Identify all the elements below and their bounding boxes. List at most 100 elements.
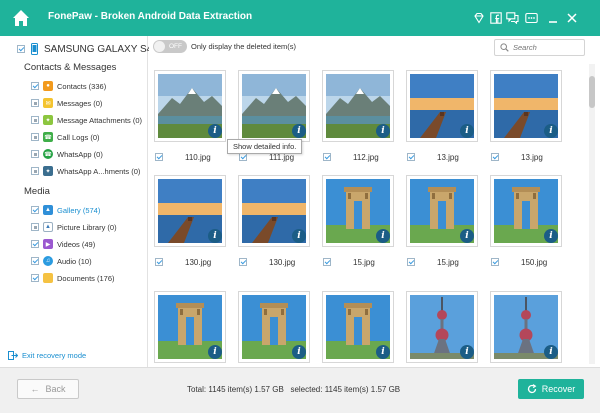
whatsapp-checkbox[interactable]: [31, 150, 39, 158]
sidebar-item-audio[interactable]: ♫ Audio (10): [31, 254, 92, 268]
facebook-icon[interactable]: [489, 11, 503, 25]
image-thumbnail[interactable]: i: [238, 175, 310, 247]
whatsapp-attachment-icon: ✦: [43, 166, 53, 176]
info-icon[interactable]: i: [544, 229, 558, 243]
file-checkbox[interactable]: [491, 258, 499, 266]
image-thumbnail[interactable]: i: [154, 175, 226, 247]
file-name-row[interactable]: 112.jpg: [323, 151, 379, 163]
call-logs-checkbox[interactable]: [31, 133, 39, 141]
title-bar: FonePaw - Broken Android Data Extraction: [0, 0, 600, 36]
image-thumbnail[interactable]: i: [406, 175, 478, 247]
image-thumbnail[interactable]: i: [322, 175, 394, 247]
exit-recovery-mode-link[interactable]: Exit recovery mode: [8, 351, 86, 360]
gallery-icon: ▲: [43, 205, 53, 215]
file-name-row[interactable]: 13.jpg: [407, 151, 459, 163]
documents-checkbox[interactable]: [31, 274, 39, 282]
file-checkbox[interactable]: [323, 258, 331, 266]
info-icon[interactable]: i: [208, 124, 222, 138]
file-name-row[interactable]: 130.jpg: [155, 256, 211, 268]
image-thumbnail[interactable]: i: [322, 70, 394, 142]
file-name: 130.jpg: [185, 257, 212, 267]
videos-checkbox[interactable]: [31, 240, 39, 248]
image-thumbnail[interactable]: i: [322, 291, 394, 363]
sidebar-item-call-logs[interactable]: ☎ Call Logs (0): [31, 130, 100, 144]
minimize-icon[interactable]: [546, 11, 560, 25]
device-row[interactable]: SAMSUNG GALAXY S4: [17, 42, 152, 56]
info-icon[interactable]: i: [460, 124, 474, 138]
deleted-only-toggle[interactable]: OFF: [153, 40, 187, 53]
back-button[interactable]: ← Back: [17, 379, 79, 399]
info-icon[interactable]: i: [544, 345, 558, 359]
info-icon[interactable]: i: [292, 345, 306, 359]
info-icon[interactable]: i: [544, 124, 558, 138]
close-icon[interactable]: [565, 11, 579, 25]
messages-checkbox[interactable]: [31, 99, 39, 107]
file-name-row[interactable]: 110.jpg: [155, 151, 211, 163]
image-thumbnail[interactable]: i: [490, 291, 562, 363]
recover-button[interactable]: Recover: [518, 379, 584, 399]
search-input[interactable]: [513, 43, 583, 52]
file-name: 130.jpg: [269, 257, 296, 267]
file-name: 110.jpg: [185, 152, 211, 162]
image-thumbnail[interactable]: i: [238, 291, 310, 363]
info-icon[interactable]: i: [208, 345, 222, 359]
diamond-icon[interactable]: [472, 11, 486, 25]
info-icon[interactable]: i: [460, 345, 474, 359]
image-thumbnail[interactable]: i: [406, 291, 478, 363]
info-icon[interactable]: i: [292, 229, 306, 243]
info-icon[interactable]: i: [376, 229, 390, 243]
image-thumbnail[interactable]: i: [154, 291, 226, 363]
info-icon[interactable]: i: [376, 345, 390, 359]
info-icon[interactable]: i: [460, 229, 474, 243]
sidebar-item-messages[interactable]: ✉ Messages (0): [31, 96, 102, 110]
sidebar-item-gallery[interactable]: ▲ Gallery (574): [31, 203, 100, 217]
toggle-label: OFF: [169, 43, 182, 50]
image-thumbnail[interactable]: i: [238, 70, 310, 142]
whatsapp-attachments-checkbox[interactable]: [31, 167, 39, 175]
scrollbar-thumb[interactable]: [589, 76, 595, 108]
file-checkbox[interactable]: [155, 153, 163, 161]
file-name-row[interactable]: 15.jpg: [323, 256, 375, 268]
image-thumbnail[interactable]: i: [490, 175, 562, 247]
menu-icon[interactable]: [524, 11, 538, 25]
file-checkbox[interactable]: [239, 258, 247, 266]
device-name: SAMSUNG GALAXY S4: [44, 43, 153, 55]
file-checkbox[interactable]: [407, 153, 415, 161]
picture-library-checkbox[interactable]: [31, 223, 39, 231]
device-checkbox[interactable]: [17, 45, 25, 53]
sidebar-item-whatsapp[interactable]: ☎ WhatsApp (0): [31, 147, 103, 161]
gallery-checkbox[interactable]: [31, 206, 39, 214]
sidebar-item-picture-library[interactable]: ▲ Picture Library (0): [31, 220, 117, 234]
feedback-icon[interactable]: [505, 11, 519, 25]
info-icon[interactable]: i: [292, 124, 306, 138]
file-name-row[interactable]: 130.jpg: [239, 256, 295, 268]
image-thumbnail[interactable]: i: [154, 70, 226, 142]
image-thumbnail[interactable]: i: [490, 70, 562, 142]
file-name-row[interactable]: 150.jpg: [491, 256, 547, 268]
file-checkbox[interactable]: [491, 153, 499, 161]
grid-scrollbar[interactable]: [589, 64, 595, 364]
audio-icon: ♫: [43, 256, 53, 266]
file-checkbox[interactable]: [239, 153, 247, 161]
search-icon: [500, 43, 509, 52]
sidebar-item-whatsapp-attachments[interactable]: ✦ WhatsApp A...hments (0): [31, 164, 140, 178]
contacts-checkbox[interactable]: [31, 82, 39, 90]
home-button[interactable]: [10, 7, 32, 29]
file-checkbox[interactable]: [407, 258, 415, 266]
sidebar-item-documents[interactable]: Documents (176): [31, 271, 115, 285]
file-checkbox[interactable]: [155, 258, 163, 266]
info-icon[interactable]: i: [376, 124, 390, 138]
file-checkbox[interactable]: [323, 153, 331, 161]
file-name-row[interactable]: 15.jpg: [407, 256, 459, 268]
attachments-checkbox[interactable]: [31, 116, 39, 124]
file-name-row[interactable]: 13.jpg: [491, 151, 543, 163]
image-thumbnail[interactable]: i: [406, 70, 478, 142]
info-icon[interactable]: i: [208, 229, 222, 243]
file-name: 15.jpg: [353, 257, 375, 267]
section-title-media: Media: [24, 186, 50, 197]
phone-device-icon: [31, 43, 38, 55]
sidebar-item-message-attachments[interactable]: ✦ Message Attachments (0): [31, 113, 142, 127]
audio-checkbox[interactable]: [31, 257, 39, 265]
sidebar-item-contacts[interactable]: ● Contacts (336): [31, 79, 106, 93]
sidebar-item-videos[interactable]: ▶ Videos (49): [31, 237, 95, 251]
